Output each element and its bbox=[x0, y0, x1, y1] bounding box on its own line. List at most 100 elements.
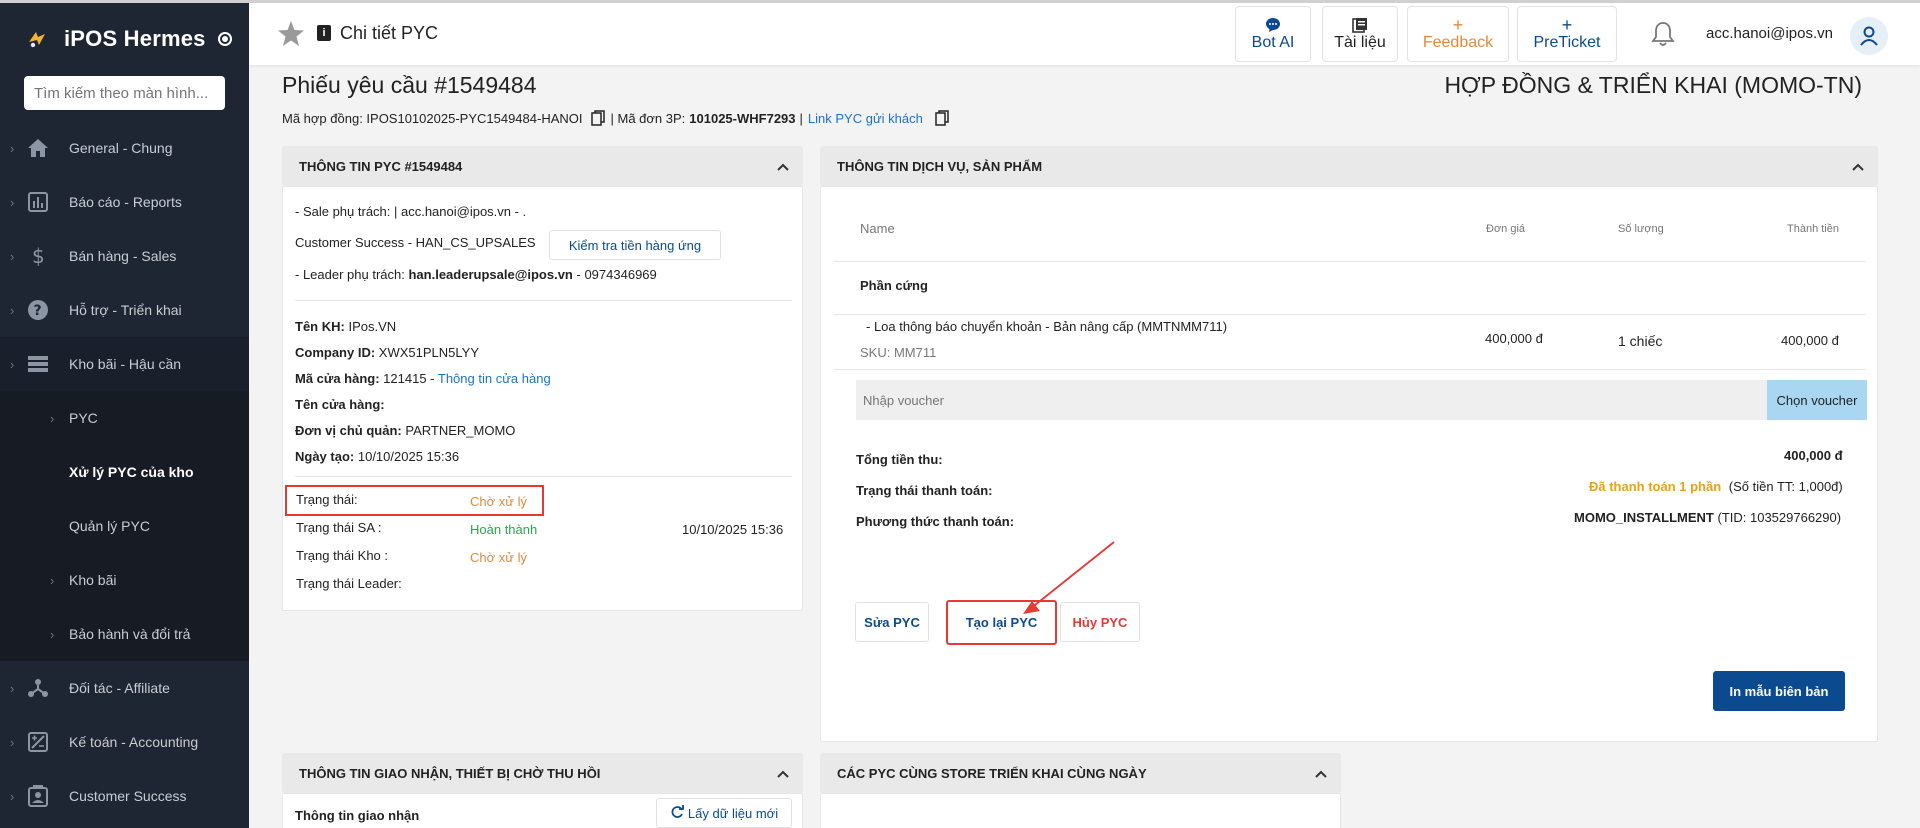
payment-status-badge: Đã thanh toán 1 phần bbox=[1589, 479, 1722, 494]
sidebar-search-input[interactable] bbox=[24, 76, 225, 110]
recreate-pyc-label: Tạo lại PYC bbox=[965, 615, 1038, 630]
chevron-right-icon: › bbox=[10, 302, 15, 318]
sidebar-item-label: Customer Success bbox=[69, 788, 187, 804]
managing-unit: Đơn vị chủ quản: PARTNER_MOMO bbox=[295, 423, 516, 438]
copy-icon[interactable] bbox=[590, 110, 605, 126]
delivery-info-card: Thông tin giao nhận Lấy dữ liệu mới bbox=[282, 793, 803, 828]
same-store-title: CÁC PYC CÙNG STORE TRIỂN KHAI CÙNG NGÀY bbox=[837, 765, 1147, 781]
feedback-button[interactable]: + Feedback bbox=[1407, 6, 1509, 62]
customer-link[interactable]: Link PYC gửi khách bbox=[808, 111, 923, 126]
bell-icon[interactable] bbox=[1651, 21, 1677, 49]
choose-voucher-button[interactable]: Chọn voucher bbox=[1767, 380, 1867, 420]
sidebar-subitem-label: Quản lý PYC bbox=[69, 518, 150, 534]
sa-status-badge: Hoàn thành bbox=[470, 522, 538, 537]
help-icon: ? bbox=[26, 298, 50, 322]
sidebar-subitem-label: Kho bãi bbox=[69, 572, 117, 588]
chevron-down-icon: › bbox=[10, 356, 15, 372]
chevron-up-icon[interactable] bbox=[777, 766, 789, 778]
divider bbox=[834, 261, 1866, 262]
sidebar-item-sales[interactable]: › $ Bán hàng - Sales bbox=[0, 229, 249, 283]
sidebar-item-general[interactable]: › General - Chung bbox=[0, 121, 249, 175]
order-label: | Mã đơn 3P: bbox=[610, 110, 686, 126]
leader-label: - Leader phụ trách: bbox=[295, 267, 405, 282]
leader-status-label: Trạng thái Leader: bbox=[296, 576, 402, 591]
service-info-header[interactable]: THÔNG TIN DỊCH VỤ, SẢN PHẨM bbox=[820, 146, 1878, 186]
request-meta: Mã hợp đồng: IPOS10102025-PYC1549484-HAN… bbox=[282, 110, 953, 126]
brand[interactable]: iPOS Hermes bbox=[0, 3, 249, 75]
sidebar-subitem-warranty[interactable]: › Bảo hành và đổi trả bbox=[0, 607, 249, 661]
same-store-header[interactable]: CÁC PYC CÙNG STORE TRIỂN KHAI CÙNG NGÀY bbox=[820, 753, 1341, 793]
chevron-up-icon[interactable] bbox=[777, 159, 789, 171]
refresh-data-button[interactable]: Lấy dữ liệu mới bbox=[656, 798, 792, 828]
sidebar-subitem-storage[interactable]: › Kho bãi bbox=[0, 553, 249, 607]
sidebar-item-warehouse[interactable]: › Kho bãi - Hậu cần bbox=[0, 337, 249, 391]
order-code: 101025-WHF7293 bbox=[689, 110, 796, 126]
print-report-button[interactable]: In mẫu biên bản bbox=[1713, 671, 1845, 711]
sidebar-item-affiliate[interactable]: › Đối tác - Affiliate bbox=[0, 661, 249, 715]
sidebar-item-support[interactable]: › ? Hỗ trợ - Triển khai bbox=[0, 283, 249, 337]
col-total: Thành tiền bbox=[1787, 223, 1839, 235]
store-code: Mã cửa hàng: 121415 - Thông tin cửa hàng bbox=[295, 371, 551, 386]
delivery-info-header[interactable]: THÔNG TIN GIAO NHẬN, THIẾT BỊ CHỜ THU HỒ… bbox=[282, 753, 803, 793]
bot-ai-label: Bot AI bbox=[1251, 34, 1295, 51]
sidebar: iPOS Hermes › General - Chung › Báo cáo … bbox=[0, 0, 249, 828]
sidebar-item-label: Kế toán - Accounting bbox=[69, 734, 199, 750]
payment-method: MOMO_INSTALLMENT (TID: 103529766290) bbox=[1574, 510, 1841, 525]
voucher-input[interactable] bbox=[856, 380, 1776, 420]
sidebar-subitem-pyc[interactable]: › PYC bbox=[0, 391, 249, 445]
svg-text:$: $ bbox=[32, 245, 45, 267]
payment-amount: (Số tiền TT: 1,000đ) bbox=[1728, 479, 1843, 494]
payment-tid: (TID: 103529766290) bbox=[1717, 510, 1842, 525]
copy-icon[interactable] bbox=[935, 110, 949, 126]
warehouse-status-badge: Chờ xử lý bbox=[470, 550, 527, 565]
sidebar-subitem-manage-pyc[interactable]: Quản lý PYC bbox=[0, 499, 249, 553]
item-total: 400,000 đ bbox=[1781, 333, 1839, 348]
status-label: Trạng thái: bbox=[296, 492, 358, 507]
pyc-info-header[interactable]: THÔNG TIN PYC #1549484 bbox=[282, 146, 803, 186]
feedback-label: Feedback bbox=[1422, 34, 1494, 51]
bot-ai-button[interactable]: Bot AI bbox=[1235, 6, 1311, 62]
product-group: Phần cứng bbox=[860, 278, 928, 293]
divider bbox=[295, 476, 792, 477]
svg-text:?: ? bbox=[34, 303, 42, 319]
divider bbox=[295, 300, 792, 301]
preticket-button[interactable]: + PreTicket bbox=[1517, 6, 1617, 62]
plus-icon: + bbox=[1452, 14, 1464, 35]
sidebar-subitem-warehouse-pyc[interactable]: Xử lý PYC của kho bbox=[0, 445, 249, 499]
sidebar-item-reports[interactable]: › Báo cáo - Reports bbox=[0, 175, 249, 229]
chevron-right-icon: › bbox=[50, 626, 55, 642]
edit-pyc-button[interactable]: Sửa PYC bbox=[855, 602, 929, 642]
brand-logo-icon bbox=[24, 26, 50, 52]
sidebar-item-label: Đối tác - Affiliate bbox=[69, 680, 170, 696]
sidebar-item-label: Báo cáo - Reports bbox=[69, 194, 182, 210]
total-value: 400,000 đ bbox=[1784, 448, 1843, 463]
star-icon[interactable] bbox=[277, 20, 305, 48]
sa-status-time: 10/10/2025 15:36 bbox=[682, 522, 784, 537]
chevron-up-icon[interactable] bbox=[1852, 159, 1864, 171]
store-info-link[interactable]: Thông tin cửa hàng bbox=[438, 371, 551, 386]
affiliate-icon bbox=[26, 676, 50, 700]
storage-icon bbox=[26, 352, 50, 376]
payment-method-label: Phương thức thanh toán: bbox=[856, 514, 1015, 529]
print-report-label: In mẫu biên bản bbox=[1729, 683, 1829, 699]
sidebar-item-customer-success[interactable]: › Customer Success bbox=[0, 769, 249, 823]
home-icon bbox=[26, 136, 50, 160]
accounting-icon bbox=[26, 730, 50, 754]
contract-type-title: HỢP ĐỒNG & TRIỂN KHAI (MOMO-TN) bbox=[1444, 72, 1862, 98]
same-store-card bbox=[820, 793, 1341, 828]
refresh-icon bbox=[670, 804, 684, 822]
avatar[interactable] bbox=[1850, 17, 1888, 55]
check-advance-button[interactable]: Kiểm tra tiền hàng ứng bbox=[549, 230, 721, 260]
customer-success-team: Customer Success - HAN_CS_UPSALES bbox=[295, 235, 536, 250]
chevron-right-icon: › bbox=[50, 572, 55, 588]
customer-icon bbox=[26, 784, 50, 808]
docs-button[interactable]: Tài liệu bbox=[1322, 6, 1398, 62]
radio-icon[interactable] bbox=[217, 32, 232, 46]
sidebar-item-accounting[interactable]: › Kế toán - Accounting bbox=[0, 715, 249, 769]
chevron-up-icon[interactable] bbox=[1315, 766, 1327, 778]
user-email[interactable]: acc.hanoi@ipos.vn bbox=[1706, 25, 1833, 42]
sidebar-submenu: › PYC Xử lý PYC của kho Quản lý PYC › Kh… bbox=[0, 391, 249, 661]
chat-icon bbox=[1265, 16, 1281, 34]
chevron-right-icon: › bbox=[10, 194, 15, 210]
chevron-right-icon: › bbox=[50, 410, 55, 426]
